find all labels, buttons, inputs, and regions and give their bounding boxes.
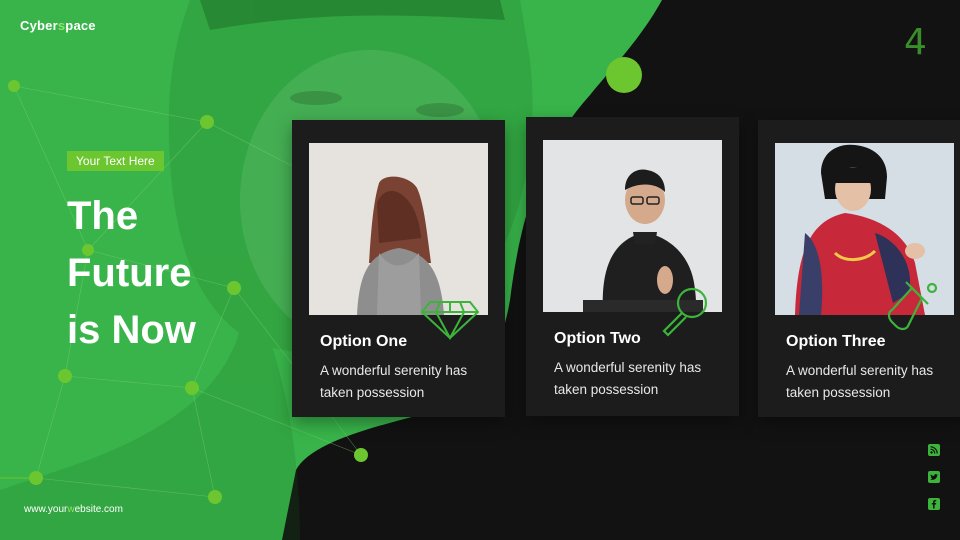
twitter-icon[interactable] [928,471,940,483]
website-dot: w [67,504,75,515]
option-card-2[interactable]: Option Two A wonderful serenity has take… [526,117,739,416]
hero-title-line-1: The [67,194,139,238]
hero-tag: Your Text Here [67,151,164,171]
facebook-icon[interactable] [928,498,940,510]
card-text-2: A wonderful serenity has taken possessio… [554,360,702,397]
website-suffix: ebsite.com [74,504,123,515]
website-prefix: www.your [24,504,68,515]
card-text-1: A wonderful serenity has taken possessio… [320,363,468,400]
flask-icon [887,281,938,331]
hero-title: The Future is Now [67,188,267,359]
card-title-1: Option One [320,333,408,350]
hero-title-line-3: is Now [67,308,196,352]
hero-title-line-2: Future [67,251,192,295]
brand-logo: Cyberspace [20,18,96,33]
brand-suffix: pace [65,18,96,33]
option-card-3[interactable]: Option Three A wonderful serenity has ta… [758,120,960,417]
card-photo-1 [309,143,488,315]
card-text-3: A wonderful serenity has taken possessio… [786,363,934,400]
rss-icon[interactable] [928,444,940,456]
magnifier-icon [662,287,708,337]
card-title-3: Option Three [786,333,886,350]
brand-prefix: Cyber [20,18,58,33]
website-url[interactable]: www.yourwebsite.com [24,504,123,515]
slide: Cyberspace 4 Your Text Here The Future i… [0,0,960,540]
option-card-1[interactable]: Option One A wonderful serenity has take… [292,120,505,417]
diamond-icon [420,301,480,341]
card-title-2: Option Two [554,330,641,347]
page-number: 4 [904,22,927,63]
